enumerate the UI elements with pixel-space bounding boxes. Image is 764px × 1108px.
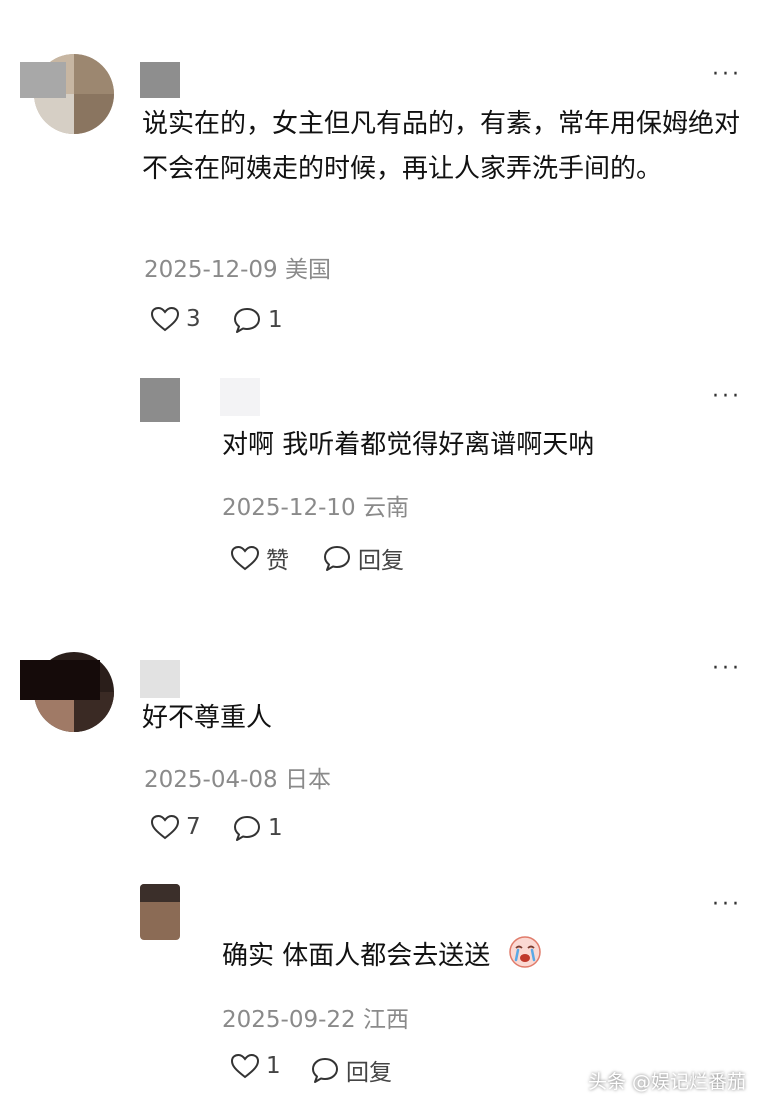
heart-icon bbox=[150, 306, 180, 332]
comment-location: 日本 bbox=[284, 767, 331, 793]
like-count: 1 bbox=[266, 1053, 281, 1079]
comment-bubble-icon bbox=[312, 1058, 338, 1083]
comment-meta: 2025-12-09 美国 bbox=[144, 250, 331, 284]
reply-button[interactable]: 1 bbox=[232, 306, 283, 334]
reply-meta: 2025-12-10 云南 bbox=[222, 488, 409, 522]
more-options-icon[interactable]: ··· bbox=[712, 894, 742, 916]
reply-date: 2025-09-22 bbox=[222, 1007, 356, 1033]
heart-icon bbox=[230, 545, 260, 571]
username-mosaic bbox=[140, 660, 180, 698]
reply-location: 云南 bbox=[362, 495, 409, 521]
like-count: 7 bbox=[186, 814, 201, 840]
reply-button[interactable]: 回复 bbox=[310, 1053, 392, 1087]
reply-label: 回复 bbox=[358, 548, 404, 574]
comment-text: 好不尊重人 bbox=[142, 703, 273, 733]
heart-icon bbox=[230, 1053, 260, 1079]
username-mosaic bbox=[220, 378, 260, 416]
like-button[interactable]: 赞 bbox=[230, 541, 289, 575]
more-options-icon[interactable]: ··· bbox=[712, 658, 742, 680]
reply-meta: 2025-09-22 江西 bbox=[222, 1000, 409, 1034]
like-button[interactable]: 7 bbox=[150, 814, 201, 840]
avatar[interactable] bbox=[140, 884, 180, 940]
reply-text: 对啊 我听着都觉得好离谱啊天呐 bbox=[222, 430, 595, 460]
comment-meta: 2025-04-08 日本 bbox=[144, 760, 331, 794]
reply-date: 2025-12-10 bbox=[222, 495, 356, 521]
avatar[interactable] bbox=[140, 378, 180, 422]
comment-location: 美国 bbox=[284, 257, 331, 283]
comment-date: 2025-04-08 bbox=[144, 767, 278, 793]
comment-bubble-icon bbox=[324, 546, 350, 571]
reply-button[interactable]: 1 bbox=[232, 814, 283, 842]
reply-text: 确实 体面人都会去送送 bbox=[222, 934, 742, 979]
username-mosaic bbox=[140, 62, 180, 98]
username-mosaic bbox=[20, 62, 66, 98]
reply-location: 江西 bbox=[362, 1007, 409, 1033]
reply-count: 1 bbox=[268, 815, 283, 841]
reply-button[interactable]: 回复 bbox=[322, 541, 404, 575]
more-options-icon[interactable]: ··· bbox=[712, 64, 742, 86]
comment-bubble-icon bbox=[234, 308, 260, 333]
crying-face-icon bbox=[508, 936, 541, 968]
more-options-icon[interactable]: ··· bbox=[712, 386, 742, 408]
like-label: 赞 bbox=[266, 548, 289, 574]
like-button[interactable]: 1 bbox=[230, 1053, 281, 1079]
comment-text: 说实在的，女主但凡有品的，有素，常年用保姆绝对不会在阿姨走的时候，再让人家弄洗手… bbox=[142, 109, 741, 184]
reply-count: 1 bbox=[268, 307, 283, 333]
like-button[interactable]: 3 bbox=[150, 306, 201, 332]
reply-text-body: 确实 体面人都会去送送 bbox=[222, 941, 491, 971]
comment-date: 2025-12-09 bbox=[144, 257, 278, 283]
watermark: 头条 @娱记烂番茄 bbox=[587, 1071, 746, 1093]
username-mosaic bbox=[20, 660, 100, 700]
comment-bubble-icon bbox=[234, 816, 260, 841]
like-count: 3 bbox=[186, 306, 201, 332]
reply-label: 回复 bbox=[346, 1060, 392, 1086]
heart-icon bbox=[150, 814, 180, 840]
